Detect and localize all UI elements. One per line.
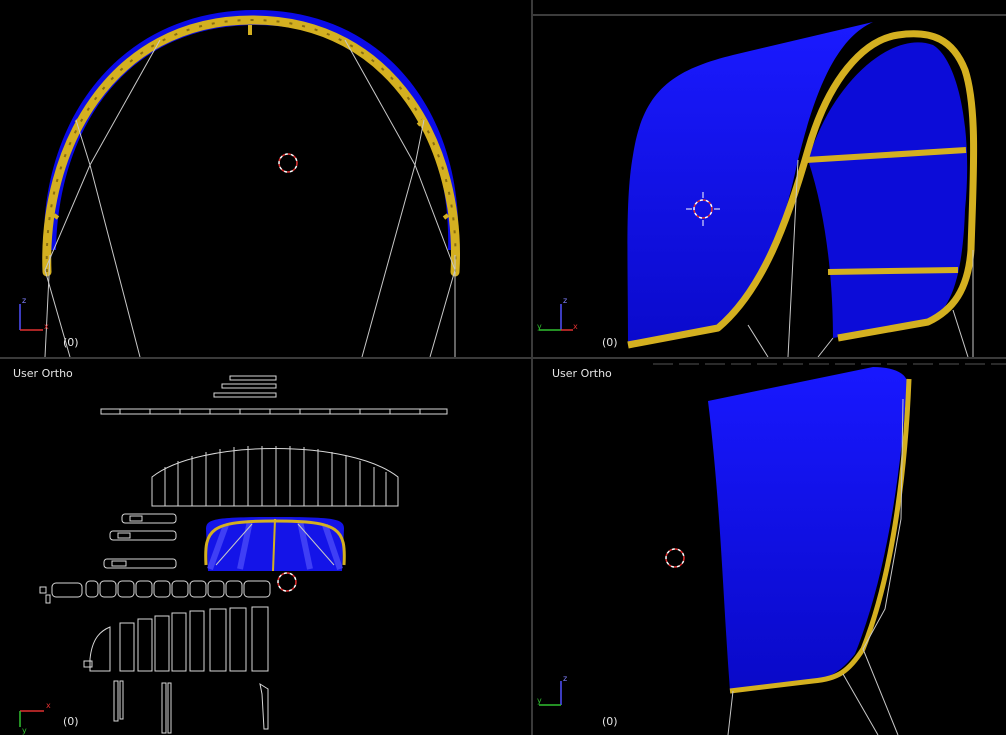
viewport-front[interactable]: z x (0) bbox=[0, 0, 531, 357]
axis-x-label: x bbox=[44, 322, 49, 331]
axis-x-label: x bbox=[46, 701, 51, 710]
axis-x-label: x bbox=[573, 322, 578, 331]
canopy bbox=[43, 10, 459, 250]
canopy bbox=[708, 367, 907, 691]
3d-cursor-icon bbox=[278, 153, 298, 173]
viewport-user-ortho-right[interactable]: User Ortho z y (0) bbox=[533, 359, 1006, 735]
3d-cursor-icon bbox=[665, 548, 685, 568]
axis-z-label: z bbox=[563, 296, 567, 305]
axis-y-label: y bbox=[22, 726, 27, 735]
viewport-perspective[interactable]: z y x (0) bbox=[533, 0, 1006, 357]
axis-y-label: y bbox=[537, 696, 542, 705]
viewport-perspective-canvas[interactable]: z y x bbox=[533, 0, 1006, 357]
axis-gizmo-icon: z y x bbox=[537, 296, 578, 331]
viewport-front-canvas[interactable]: z x bbox=[0, 0, 531, 357]
axis-gizmo-icon: z x bbox=[19, 296, 49, 331]
vertical-divider[interactable] bbox=[531, 0, 533, 735]
3d-cursor-icon bbox=[277, 572, 297, 592]
viewport-user-ortho-right-canvas[interactable]: z y bbox=[533, 359, 1006, 735]
axis-gizmo-icon: x y bbox=[19, 701, 51, 735]
strut-2 bbox=[827, 267, 959, 275]
frame-number: (0) bbox=[63, 715, 79, 728]
horizontal-divider[interactable] bbox=[0, 357, 1006, 359]
viewport-user-ortho-left[interactable]: User Ortho x y (0) bbox=[0, 359, 531, 735]
axis-y-label: y bbox=[537, 322, 542, 331]
frame-number: (0) bbox=[602, 336, 618, 349]
viewport-user-ortho-left-canvas[interactable]: x y bbox=[0, 359, 531, 735]
axis-gizmo-icon: z y bbox=[537, 674, 567, 706]
axis-z-label: z bbox=[22, 296, 26, 305]
strut-stubs bbox=[52, 118, 450, 220]
axis-z-label: z bbox=[563, 674, 567, 683]
frame-number: (0) bbox=[63, 336, 79, 349]
frame-number: (0) bbox=[602, 715, 618, 728]
